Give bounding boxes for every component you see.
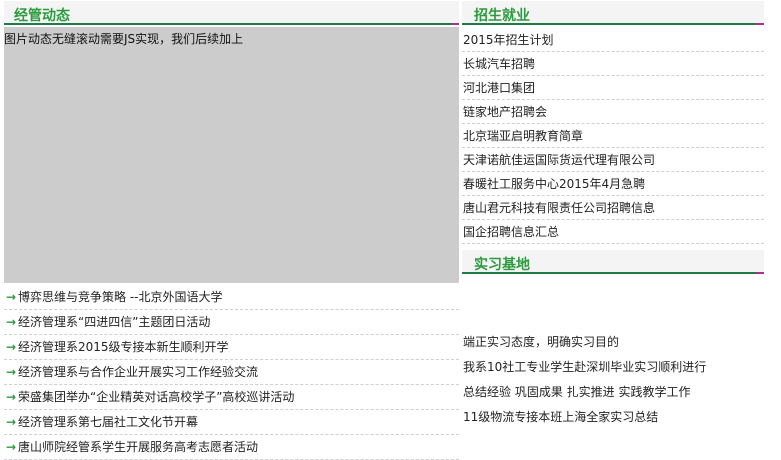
job-item[interactable]: 链家地产招聘会: [462, 100, 764, 124]
job-item-link[interactable]: 2015年招生计划: [463, 33, 554, 47]
news-item[interactable]: → 经济管理系第七届社工文化节开幕: [4, 410, 459, 435]
arrow-right-icon: →: [5, 440, 17, 454]
job-item[interactable]: 2015年招生计划: [462, 28, 764, 52]
news-item-link[interactable]: 经济管理系“四进四信”主题团日活动: [18, 315, 210, 329]
arrow-right-icon: →: [5, 340, 17, 354]
intern-item[interactable]: 端正实习态度，明确实习目的: [462, 330, 764, 355]
jobs-list: 2015年招生计划 长城汽车招聘 河北港口集团 链家地产招聘会北京瑞亚启明教育简章天津…: [462, 28, 764, 244]
news-item-link[interactable]: 经济管理系2015级专接本新生顺利开学: [18, 340, 229, 354]
job-item-link[interactable]: 长城汽车招聘: [463, 57, 535, 71]
job-item-link[interactable]: 春暖社工服务中心2015年4月急聘: [463, 177, 645, 191]
job-item-link[interactable]: 国企招聘信息汇总: [463, 225, 559, 239]
job-item[interactable]: 河北港口集团: [462, 76, 764, 100]
arrow-right-icon: →: [5, 290, 17, 304]
job-item[interactable]: 北京瑞亚启明教育简章: [462, 124, 764, 148]
intern-item-link[interactable]: 我系10社工专业学生赴深圳毕业实习顺利进行: [463, 360, 706, 374]
intern-item[interactable]: 11级物流专接本班上海全家实习总结: [462, 405, 764, 430]
news-item[interactable]: → 经济管理系与合作企业开展实习工作经验交流: [4, 360, 459, 385]
arrow-right-icon: →: [5, 365, 17, 379]
arrow-right-icon: →: [5, 415, 17, 429]
job-item-link[interactable]: 链家地产招聘会: [463, 105, 547, 119]
intern-item-link[interactable]: 端正实习态度，明确实习目的: [463, 335, 619, 349]
job-item[interactable]: 唐山君元科技有限责任公司招聘信息: [462, 196, 764, 220]
job-item[interactable]: 春暖社工服务中心2015年4月急聘: [462, 172, 764, 196]
news-item[interactable]: → 经济管理系2015级专接本新生顺利开学: [4, 335, 459, 360]
news-item-link[interactable]: 经济管理系与合作企业开展实习工作经验交流: [18, 365, 258, 379]
news-item[interactable]: → 唐山师院经管系学生开展服务高考志愿者活动: [4, 435, 459, 460]
intern-item-link[interactable]: 11级物流专接本班上海全家实习总结: [463, 410, 658, 424]
news-panel-header: 经管动态: [4, 1, 459, 25]
job-item-link[interactable]: 唐山君元科技有限责任公司招聘信息: [463, 201, 655, 215]
header-accent: [756, 23, 764, 25]
intern-panel-title: 实习基地: [474, 257, 530, 273]
news-item-link[interactable]: 荣盛集团举办“企业精英对话高校学子”高校巡讲活动: [18, 390, 294, 404]
job-item-link[interactable]: 天津诺航佳运国际货运代理有限公司: [463, 153, 655, 167]
intern-item[interactable]: 总结经验 巩固成果 扎实推进 实践教学工作: [462, 380, 764, 405]
news-item-link[interactable]: 经济管理系第七届社工文化节开幕: [18, 415, 198, 429]
arrow-right-icon: →: [5, 390, 17, 404]
news-item-link[interactable]: 唐山师院经管系学生开展服务高考志愿者活动: [18, 440, 258, 454]
intern-item[interactable]: 我系10社工专业学生赴深圳毕业实习顺利进行: [462, 355, 764, 380]
news-item[interactable]: → 博弈思维与竞争策略 --北京外国语大学: [4, 285, 459, 310]
slider-placeholder-text: 图片动态无缝滚动需要JS实现，我们后续加上: [4, 32, 244, 46]
news-item[interactable]: → 荣盛集团举办“企业精英对话高校学子”高校巡讲活动: [4, 385, 459, 410]
job-item[interactable]: 天津诺航佳运国际货运代理有限公司: [462, 148, 764, 172]
job-item-link[interactable]: 河北港口集团: [463, 81, 535, 95]
news-item-link[interactable]: 博弈思维与竞争策略 --北京外国语大学: [18, 290, 222, 304]
job-item-link[interactable]: 北京瑞亚启明教育简章: [463, 129, 583, 143]
news-panel-title: 经管动态: [14, 8, 70, 24]
jobs-panel-title: 招生就业: [474, 8, 530, 24]
job-item[interactable]: 长城汽车招聘: [462, 52, 764, 76]
arrow-right-icon: →: [5, 315, 17, 329]
header-accent: [756, 272, 764, 274]
jobs-panel-header: 招生就业: [462, 1, 764, 25]
job-item[interactable]: 国企招聘信息汇总: [462, 220, 764, 244]
intern-panel-header: 实习基地: [462, 250, 764, 274]
header-accent: [451, 23, 459, 25]
news-item[interactable]: → 经济管理系“四进四信”主题团日活动: [4, 310, 459, 335]
intern-list: 端正实习态度，明确实习目的我系10社工专业学生赴深圳毕业实习顺利进行 总结经验 巩…: [462, 330, 764, 430]
intern-item-link[interactable]: 总结经验 巩固成果 扎实推进 实践教学工作: [463, 385, 690, 399]
image-slider-placeholder: 图片动态无缝滚动需要JS实现，我们后续加上: [4, 27, 459, 283]
news-list: → 博弈思维与竞争策略 --北京外国语大学 → 经济管理系“四进四信”主题团日活动 → 经…: [4, 285, 459, 460]
